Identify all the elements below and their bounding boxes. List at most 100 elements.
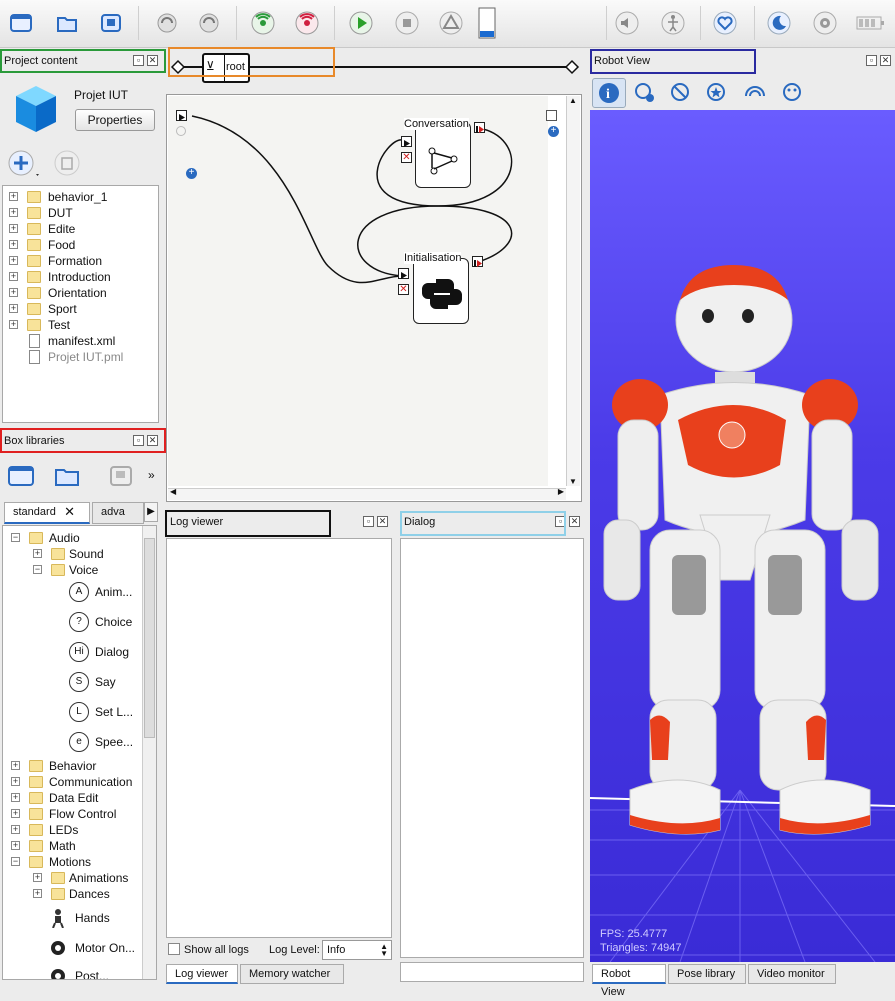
more-chevron-icon[interactable]: » [148, 468, 155, 482]
view-head-icon[interactable] [632, 80, 658, 106]
initialisation-box[interactable] [413, 258, 469, 324]
project-tree-item[interactable]: Projet IUT.pml [3, 349, 158, 365]
show-all-logs-checkbox[interactable] [168, 943, 180, 955]
voice-box-label[interactable]: Say [95, 675, 116, 689]
expand-icon[interactable]: + [33, 549, 42, 558]
project-tree-item[interactable]: + DUT [3, 205, 158, 221]
posture-icon[interactable] [658, 8, 688, 38]
view-face-icon[interactable] [780, 80, 806, 106]
add-input-icon[interactable]: + [186, 168, 197, 179]
library-tree-item[interactable]: + Math [3, 838, 143, 854]
flow-input-port[interactable] [176, 110, 187, 121]
add-icon[interactable] [6, 148, 40, 178]
flow-output-port[interactable] [546, 110, 557, 121]
project-tree-item[interactable]: + Edite [3, 221, 158, 237]
conversation-box[interactable] [415, 122, 471, 188]
expand-icon[interactable]: + [9, 256, 18, 265]
library-tree-item[interactable]: + Communication [3, 774, 143, 790]
conversation-onstop-port[interactable]: ✕ [401, 152, 412, 163]
expand-icon[interactable]: + [9, 288, 18, 297]
scroll-right-icon[interactable]: ▶ [558, 487, 564, 496]
motion-box-label[interactable]: Motor On... [75, 941, 135, 955]
close-tab-icon[interactable]: ✕ [64, 503, 75, 521]
info-button[interactable]: i [592, 78, 626, 108]
log-viewer-area[interactable] [166, 538, 392, 938]
save-icon[interactable] [96, 8, 126, 38]
expand-icon[interactable]: + [9, 192, 18, 201]
conversation-onstart-port[interactable] [401, 136, 412, 147]
tab-pose-library[interactable]: Pose library [668, 964, 746, 984]
library-save-icon[interactable] [106, 462, 136, 490]
dialog-input[interactable] [400, 962, 584, 982]
library-tree-item[interactable]: + Sound [3, 546, 143, 562]
tab-memory-watcher[interactable]: Memory watcher [240, 964, 344, 984]
expand-icon[interactable]: + [9, 224, 18, 233]
expand-icon[interactable]: + [11, 793, 20, 802]
expand-icon[interactable]: + [11, 777, 20, 786]
library-tree-item[interactable]: + Behavior [3, 758, 143, 774]
expand-icon[interactable]: + [9, 272, 18, 281]
gear-icon[interactable] [810, 8, 840, 38]
moon-icon[interactable] [764, 8, 794, 38]
play-icon[interactable] [346, 8, 376, 38]
voice-box-label[interactable]: Choice [95, 615, 132, 629]
tab-video-monitor[interactable]: Video monitor [748, 964, 836, 984]
volume-icon[interactable] [612, 8, 642, 38]
scroll-down-icon[interactable]: ▼ [569, 477, 577, 486]
tab-robot-view[interactable]: Robot View [592, 964, 666, 998]
project-tree-item[interactable]: + Formation [3, 253, 158, 269]
add-output-icon[interactable]: + [548, 126, 559, 137]
expand-icon[interactable]: + [11, 825, 20, 834]
log-level-select[interactable]: Info ▲ ▼ [322, 940, 392, 960]
project-tree-item[interactable]: + Sport [3, 301, 158, 317]
warning-icon[interactable] [436, 8, 466, 38]
initialisation-output-port[interactable] [472, 256, 483, 267]
float-icon[interactable]: ▫ [866, 55, 877, 66]
view-star-icon[interactable] [704, 80, 730, 106]
properties-button[interactable]: Properties [75, 109, 155, 131]
project-tree-item[interactable]: + Introduction [3, 269, 158, 285]
tab-standard[interactable]: standard ✕ [4, 502, 90, 524]
dialog-area[interactable] [400, 538, 584, 958]
expand-icon[interactable]: + [9, 320, 18, 329]
expand-icon[interactable]: + [33, 873, 42, 882]
scroll-left-icon[interactable]: ◀ [170, 487, 176, 496]
expand-icon[interactable]: − [33, 565, 42, 574]
close-icon[interactable]: ✕ [880, 55, 891, 66]
library-tree-item[interactable]: + Flow Control [3, 806, 143, 822]
stop-icon[interactable] [392, 8, 422, 38]
connect-icon[interactable] [248, 8, 278, 38]
undo-icon[interactable] [152, 8, 182, 38]
flow-canvas[interactable]: + + Conversation ✕ Initialisation ✕ [168, 96, 559, 486]
initialisation-onstop-port[interactable]: ✕ [398, 284, 409, 295]
float-icon[interactable]: ▫ [363, 516, 374, 527]
voice-box-label[interactable]: Anim... [95, 585, 132, 599]
disconnect-icon[interactable] [292, 8, 322, 38]
motion-box-label[interactable]: Post... [75, 969, 109, 979]
library-open-icon[interactable] [52, 462, 82, 490]
expand-icon[interactable]: + [9, 240, 18, 249]
voice-box-label[interactable]: Spee... [95, 735, 133, 749]
project-tree-item[interactable]: manifest.xml [3, 333, 158, 349]
library-tree-item[interactable]: − Voice [3, 562, 143, 578]
expand-icon[interactable]: + [33, 889, 42, 898]
expand-icon[interactable]: + [11, 761, 20, 770]
robot-viewport[interactable]: FPS: 25.4777 Triangles: 74947 [590, 110, 895, 962]
window-icon[interactable] [6, 8, 36, 38]
close-icon[interactable]: ✕ [377, 516, 388, 527]
library-window-icon[interactable] [6, 462, 36, 490]
expand-icon[interactable]: + [9, 304, 18, 313]
motion-box-label[interactable]: Hands [75, 911, 110, 925]
expand-icon[interactable]: − [11, 857, 20, 866]
spinner-icon[interactable]: ▲ ▼ [380, 943, 388, 958]
project-tree-item[interactable]: + Orientation [3, 285, 158, 301]
library-scrollbar[interactable] [142, 526, 156, 979]
close-icon[interactable]: ✕ [569, 516, 580, 527]
library-scroll-thumb[interactable] [144, 538, 155, 738]
expand-icon[interactable]: + [11, 841, 20, 850]
view-body-icon[interactable] [668, 80, 694, 106]
project-tree-item[interactable]: + behavior_1 [3, 189, 158, 205]
heart-icon[interactable] [710, 8, 740, 38]
tab-advanced[interactable]: adva [92, 502, 144, 524]
library-tree-item[interactable]: + LEDs [3, 822, 143, 838]
